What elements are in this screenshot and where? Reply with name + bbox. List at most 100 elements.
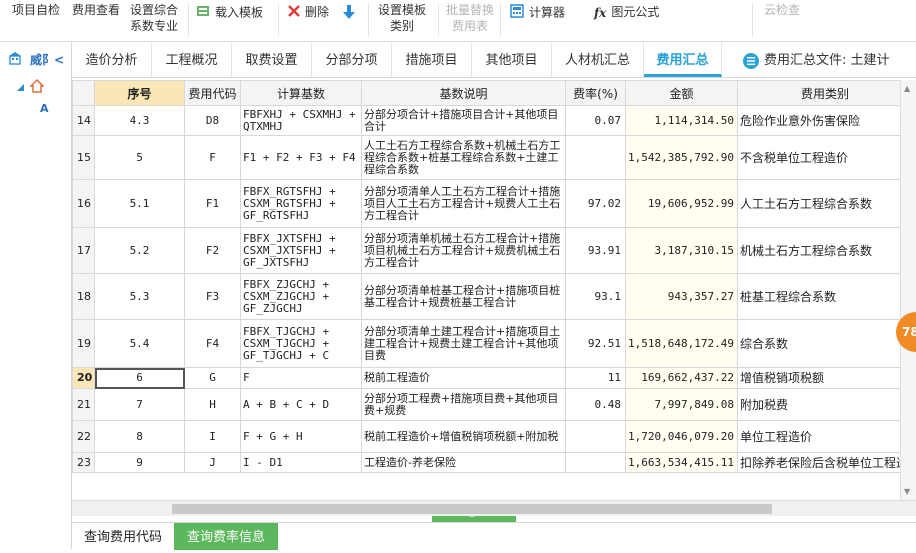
base-cell[interactable]: FBFX_TJGCHJ + CSXM_TJGCHJ + GF_TJGCHJ + … bbox=[240, 319, 362, 368]
category-cell[interactable]: 桩基工程综合系数 bbox=[737, 273, 913, 320]
rate-cell[interactable]: 0.48 bbox=[565, 388, 626, 421]
tree-expand-icon[interactable] bbox=[16, 82, 26, 96]
table-row[interactable]: 16 5.1 F1 FBFX_RGTSFHJ + CSXM_RGTSFHJ + … bbox=[72, 179, 913, 228]
tab-fee-settings[interactable]: 取费设置 bbox=[232, 42, 312, 77]
category-cell[interactable]: 单位工程造价 bbox=[737, 420, 913, 453]
seq-cell[interactable]: 8 bbox=[94, 420, 185, 453]
row-number[interactable]: 21 bbox=[72, 388, 95, 421]
seq-cell[interactable]: 5.2 bbox=[94, 227, 185, 274]
scroll-up-icon[interactable]: ▲ bbox=[904, 84, 910, 93]
code-cell[interactable]: F bbox=[184, 135, 241, 180]
table-row[interactable]: 14 4.3 D8 FBFXHJ + CSXMHJ + QTXMHJ 分部分项合… bbox=[72, 105, 913, 136]
seq-cell[interactable]: 6 bbox=[94, 367, 185, 389]
self-check-button[interactable]: 项目自检 bbox=[12, 2, 60, 18]
table-row[interactable]: 19 5.4 F4 FBFX_TJGCHJ + CSXM_TJGCHJ + GF… bbox=[72, 319, 913, 368]
rate-cell[interactable] bbox=[565, 135, 626, 180]
base-cell[interactable]: F + G + H bbox=[240, 420, 362, 453]
column-header-code[interactable]: 费用代码 bbox=[184, 80, 241, 106]
rate-cell[interactable]: 0.07 bbox=[565, 105, 626, 136]
base-cell[interactable]: FBFXHJ + CSXMHJ + QTXMHJ bbox=[240, 105, 362, 136]
base-cell[interactable]: F bbox=[240, 367, 362, 389]
row-number[interactable]: 15 bbox=[72, 135, 95, 180]
row-number[interactable]: 17 bbox=[72, 227, 95, 274]
column-header-rate[interactable]: 费率(%) bbox=[565, 80, 626, 106]
column-header-category[interactable]: 费用类别 bbox=[737, 80, 913, 106]
tab-fee-summary[interactable]: 费用汇总 bbox=[644, 42, 722, 77]
desc-cell[interactable]: 分部分项清单人工土石方工程合计+措施项目人工土石方工程合计+规费人工土石方工程合… bbox=[361, 179, 566, 228]
base-cell[interactable]: A + B + C + D bbox=[240, 388, 362, 421]
table-row[interactable]: 21 7 H A + B + C + D 分部分项工程费+措施项目费+其他项目费… bbox=[72, 388, 913, 421]
desc-cell[interactable]: 分部分项工程费+措施项目费+其他项目费+规费 bbox=[361, 388, 566, 421]
tab-material-summary[interactable]: 人材机汇总 bbox=[552, 42, 644, 77]
seq-cell[interactable]: 5.3 bbox=[94, 273, 185, 320]
code-cell[interactable]: G bbox=[184, 367, 241, 389]
table-row[interactable]: 22 8 I F + G + H 税前工程造价+增值税销项税额+附加税 1,72… bbox=[72, 420, 913, 453]
seq-cell[interactable]: 5 bbox=[94, 135, 185, 180]
table-row[interactable]: 17 5.2 F2 FBFX_JXTSFHJ + CSXM_JXTSFHJ + … bbox=[72, 227, 913, 274]
base-cell[interactable]: FBFX_ZJGCHJ + CSXM_ZJGCHJ + GF_ZJGCHJ bbox=[240, 273, 362, 320]
code-cell[interactable]: D8 bbox=[184, 105, 241, 136]
tab-measure-items[interactable]: 措施项目 bbox=[392, 42, 472, 77]
scroll-down-icon[interactable]: ▼ bbox=[904, 487, 910, 496]
desc-cell[interactable]: 工程造价-养老保险 bbox=[361, 452, 566, 473]
home-icon[interactable] bbox=[29, 78, 45, 96]
seq-cell[interactable]: 5.4 bbox=[94, 319, 185, 368]
rate-cell[interactable]: 92.51 bbox=[565, 319, 626, 368]
base-cell[interactable]: F1 + F2 + F3 + F4 bbox=[240, 135, 362, 180]
rate-cell[interactable] bbox=[565, 452, 626, 473]
code-cell[interactable]: F1 bbox=[184, 179, 241, 228]
row-number[interactable]: 19 bbox=[72, 319, 95, 368]
category-cell[interactable]: 不含税单位工程造价 bbox=[737, 135, 913, 180]
category-cell[interactable]: 扣除养老保险后含税单位工程造 bbox=[737, 452, 913, 473]
tab-cost-analysis[interactable]: 造价分析 bbox=[72, 42, 152, 77]
delete-button[interactable]: 删除 bbox=[288, 4, 329, 21]
batch-replace-button[interactable]: 批量替换 费用表 bbox=[446, 2, 494, 34]
rate-cell[interactable]: 93.1 bbox=[565, 273, 626, 320]
code-cell[interactable]: H bbox=[184, 388, 241, 421]
fee-view-button[interactable]: 费用查看 bbox=[72, 2, 120, 18]
panel-title[interactable]: 威阝< bbox=[30, 51, 64, 68]
column-header-seq[interactable]: 序号 bbox=[94, 80, 185, 106]
table-row-selected[interactable]: 20 6 G F 税前工程造价 11 169,662,437.22 增值税销项税… bbox=[72, 367, 913, 389]
row-number[interactable]: 20 bbox=[72, 367, 95, 389]
base-cell[interactable]: I - D1 bbox=[240, 452, 362, 473]
row-number[interactable]: 14 bbox=[72, 105, 95, 136]
code-cell[interactable]: J bbox=[184, 452, 241, 473]
tree-node-icon[interactable]: A bbox=[40, 102, 49, 115]
category-cell[interactable]: 人工土石方工程综合系数 bbox=[737, 179, 913, 228]
base-cell[interactable]: FBFX_RGTSFHJ + CSXM_RGTSFHJ + GF_RGTSFHJ bbox=[240, 179, 362, 228]
category-cell[interactable]: 附加税费 bbox=[737, 388, 913, 421]
tab-sub-items[interactable]: 分部分项 bbox=[312, 42, 392, 77]
base-cell[interactable]: FBFX_JXTSFHJ + CSXM_JXTSFHJ + GF_JXTSFHJ bbox=[240, 227, 362, 274]
desc-cell[interactable]: 分部分项清单桩基工程合计+措施项目桩基工程合计+规费桩基工程合计 bbox=[361, 273, 566, 320]
formula-button[interactable]: fx 图元公式 bbox=[594, 4, 659, 21]
seq-cell[interactable]: 9 bbox=[94, 452, 185, 473]
desc-cell[interactable]: 人工土石方工程综合系数+机械土石方工程综合系数+桩基工程综合系数+土建工程综合系… bbox=[361, 135, 566, 180]
table-row[interactable]: 18 5.3 F3 FBFX_ZJGCHJ + CSXM_ZJGCHJ + GF… bbox=[72, 273, 913, 320]
cloud-check-button[interactable]: 云检查 bbox=[764, 2, 800, 18]
load-template-button[interactable]: 载入模板 bbox=[196, 4, 263, 22]
tab-query-rate-info[interactable]: 查询费率信息 bbox=[174, 523, 278, 550]
tab-query-fee-code[interactable]: 查询费用代码 bbox=[72, 523, 174, 550]
row-number[interactable]: 22 bbox=[72, 420, 95, 453]
rate-cell[interactable] bbox=[565, 420, 626, 453]
rate-cell[interactable]: 97.02 bbox=[565, 179, 626, 228]
tab-project-overview[interactable]: 工程概况 bbox=[152, 42, 232, 77]
seq-cell[interactable]: 4.3 bbox=[94, 105, 185, 136]
row-number[interactable]: 18 bbox=[72, 273, 95, 320]
seq-cell[interactable]: 7 bbox=[94, 388, 185, 421]
code-cell[interactable]: F3 bbox=[184, 273, 241, 320]
category-cell[interactable]: 增值税销项税额 bbox=[737, 367, 913, 389]
desc-cell[interactable]: 分部分项清单土建工程合计+措施项目土建工程合计+规费土建工程合计+其他项目费 bbox=[361, 319, 566, 368]
tab-other-items[interactable]: 其他项目 bbox=[472, 42, 552, 77]
column-header-desc[interactable]: 基数说明 bbox=[361, 80, 566, 106]
category-cell[interactable]: 综合系数 bbox=[737, 319, 913, 368]
desc-cell[interactable]: 税前工程造价 bbox=[361, 367, 566, 389]
table-row[interactable]: 15 5 F F1 + F2 + F3 + F4 人工土石方工程综合系数+机械土… bbox=[72, 135, 913, 180]
horizontal-scrollbar[interactable] bbox=[72, 500, 916, 516]
setup-template-category-button[interactable]: 设置模板 类别 bbox=[378, 2, 426, 34]
column-header-base[interactable]: 计算基数 bbox=[240, 80, 362, 106]
code-cell[interactable]: F2 bbox=[184, 227, 241, 274]
desc-cell[interactable]: 分部分项清单机械土石方工程合计+措施项目机械土石方工程合计+规费机械土石方工程合… bbox=[361, 227, 566, 274]
table-row[interactable]: 23 9 J I - D1 工程造价-养老保险 1,663,534,415.11… bbox=[72, 452, 913, 473]
